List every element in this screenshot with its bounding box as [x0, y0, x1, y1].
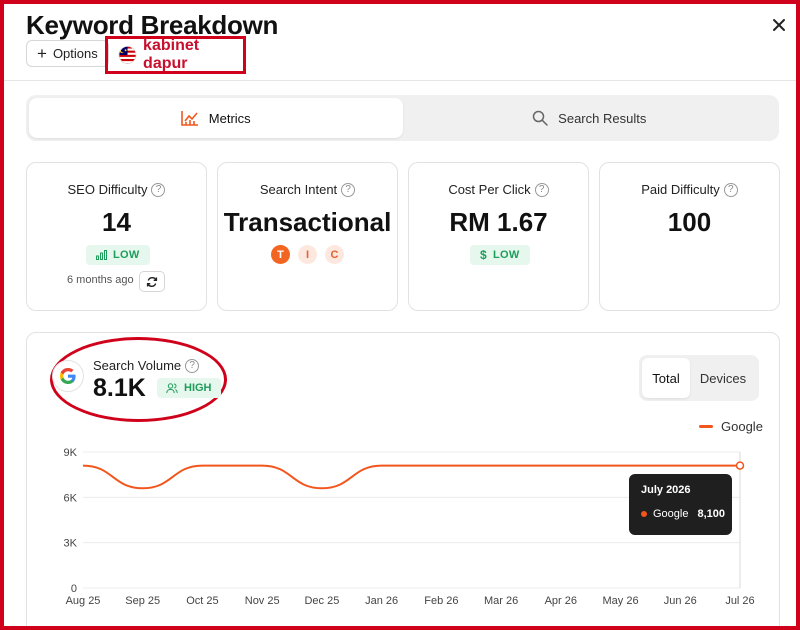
chart-icon	[180, 111, 198, 126]
cost-per-click-badge-label: LOW	[492, 249, 520, 261]
seo-difficulty-badge-label: LOW	[113, 249, 140, 261]
seo-difficulty-label: SEO Difficulty	[67, 182, 148, 197]
tab-metrics[interactable]: Metrics	[29, 98, 403, 138]
tab-metrics-label: Metrics	[208, 110, 251, 126]
cost-per-click-label: Cost Per Click	[448, 182, 531, 197]
header-divider	[4, 80, 796, 81]
options-button[interactable]: + Options	[26, 40, 109, 67]
plus-icon: +	[37, 43, 47, 63]
refresh-button[interactable]	[139, 271, 165, 292]
search-intent-label: Search Intent	[259, 182, 338, 197]
seo-difficulty-card: SEO Difficulty ? 14 LOW 6 months ago	[26, 162, 207, 311]
seo-difficulty-badge: LOW	[86, 245, 150, 265]
search-volume-badge-label: HIGH	[184, 382, 212, 394]
malaysia-flag-icon	[118, 46, 137, 64]
search-intent-value: Transactional	[223, 207, 392, 237]
intent-pills: T I C	[218, 245, 397, 264]
help-icon[interactable]: ?	[723, 182, 738, 197]
users-icon	[166, 382, 178, 393]
chart-legend: Google	[699, 419, 763, 434]
paid-difficulty-card: Paid Difficulty ? 100	[599, 162, 780, 311]
search-volume-value: 8.1K	[93, 374, 146, 402]
search-volume-badge: HIGH	[157, 378, 221, 398]
legend-swatch-google	[699, 425, 713, 428]
cost-per-click-badge: $ LOW	[470, 245, 530, 265]
options-button-label: Options	[52, 46, 98, 61]
intent-pill-transactional[interactable]: T	[271, 245, 290, 264]
view-tabs: Metrics Search Results	[26, 95, 779, 141]
tooltip-row: Google 8,100	[641, 508, 725, 520]
toggle-total[interactable]: Total	[642, 358, 690, 398]
bar-chart-icon	[96, 250, 107, 260]
search-intent-label-row: Search Intent ?	[218, 182, 397, 197]
paid-difficulty-value: 100	[667, 207, 712, 237]
last-updated-text: 6 months ago	[67, 274, 134, 286]
volume-view-toggle: Total Devices	[639, 355, 759, 401]
tab-search-results-label: Search Results	[558, 110, 647, 126]
google-logo-icon	[52, 360, 84, 392]
seo-difficulty-label-row: SEO Difficulty ?	[27, 182, 206, 197]
cost-per-click-label-row: Cost Per Click ?	[409, 182, 588, 197]
help-icon[interactable]: ?	[151, 182, 166, 197]
help-icon[interactable]: ?	[534, 182, 549, 197]
keyword-text: kabinet dapur	[143, 37, 200, 72]
tooltip-dot	[641, 511, 647, 517]
paid-difficulty-label-row: Paid Difficulty ?	[600, 182, 779, 197]
search-volume-label-row: Search Volume ?	[93, 358, 200, 373]
close-icon[interactable]	[768, 14, 790, 36]
chart-tooltip: July 2026 Google 8,100	[629, 474, 732, 535]
search-volume-label: Search Volume	[93, 358, 182, 373]
tab-search-results[interactable]: Search Results	[403, 98, 777, 138]
toggle-devices[interactable]: Devices	[690, 358, 756, 398]
intent-pill-informational[interactable]: I	[298, 245, 317, 264]
legend-label-google: Google	[721, 419, 763, 434]
keyword-chip[interactable]: kabinet dapur	[105, 36, 246, 74]
cost-per-click-value: RM 1.67	[449, 207, 548, 237]
keyword-breakdown-panel: Keyword Breakdown + Options kabinet dapu…	[4, 4, 796, 626]
tooltip-title: July 2026	[641, 484, 691, 496]
help-icon[interactable]: ?	[185, 358, 200, 373]
cost-per-click-card: Cost Per Click ? RM 1.67 $ LOW	[408, 162, 589, 311]
search-icon	[532, 110, 548, 126]
seo-difficulty-value: 14	[102, 207, 131, 237]
intent-pill-commercial[interactable]: C	[325, 245, 344, 264]
help-icon[interactable]: ?	[341, 182, 356, 197]
tooltip-value: 8,100	[697, 508, 725, 520]
tooltip-series: Google	[653, 508, 689, 520]
paid-difficulty-label: Paid Difficulty	[641, 182, 720, 197]
search-intent-card: Search Intent ? Transactional T I C	[217, 162, 398, 311]
refresh-icon	[146, 276, 158, 287]
dollar-icon: $	[480, 248, 487, 262]
